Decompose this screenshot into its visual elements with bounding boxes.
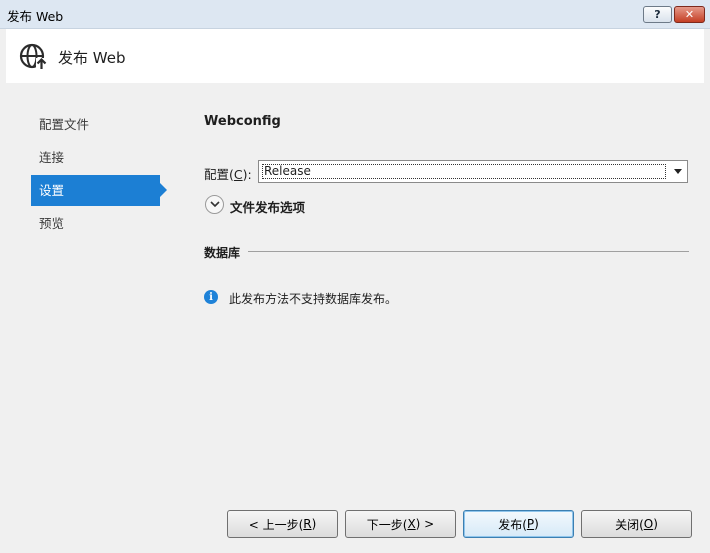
nav-item-settings[interactable]: 设置	[31, 175, 160, 206]
database-section-title: 数据库	[204, 246, 241, 260]
file-options-label[interactable]: 文件发布选项	[230, 197, 305, 216]
nav-item-preview[interactable]: 预览	[31, 208, 160, 239]
chevron-down-icon	[209, 201, 220, 208]
nav-item-label: 连接	[39, 150, 65, 165]
section-title: Webconfig	[204, 114, 281, 129]
config-label: 配置(C):	[204, 167, 252, 182]
nav-item-label: 设置	[39, 183, 65, 198]
section-divider	[248, 251, 689, 252]
nav-item-label: 配置文件	[39, 117, 90, 132]
info-message: 此发布方法不支持数据库发布。	[229, 292, 398, 306]
nav-item-profile[interactable]: 配置文件	[31, 109, 160, 140]
title-bar: 发布 Web ? ✕	[0, 0, 710, 29]
nav-item-label: 预览	[39, 216, 65, 231]
configuration-value: Release	[262, 164, 666, 179]
chevron-down-icon	[674, 169, 682, 174]
close-button[interactable]: 关闭(O)	[581, 510, 692, 538]
window-title: 发布 Web	[7, 9, 64, 24]
help-button[interactable]: ?	[643, 6, 672, 23]
configuration-select[interactable]: Release	[258, 160, 688, 183]
close-icon: ✕	[684, 8, 695, 21]
help-icon: ?	[654, 8, 661, 21]
header-title: 发布 Web	[58, 49, 126, 67]
file-options-expander[interactable]	[205, 195, 224, 214]
close-window-button[interactable]: ✕	[674, 6, 705, 23]
dialog-header: 发布 Web	[6, 29, 704, 83]
info-icon: i	[204, 290, 218, 304]
globe-arrow-icon	[19, 43, 47, 70]
previous-button[interactable]: < 上一步(R)	[227, 510, 338, 538]
next-button[interactable]: 下一步(X) >	[345, 510, 456, 538]
nav-item-connection[interactable]: 连接	[31, 142, 160, 173]
publish-button[interactable]: 发布(P)	[463, 510, 574, 538]
